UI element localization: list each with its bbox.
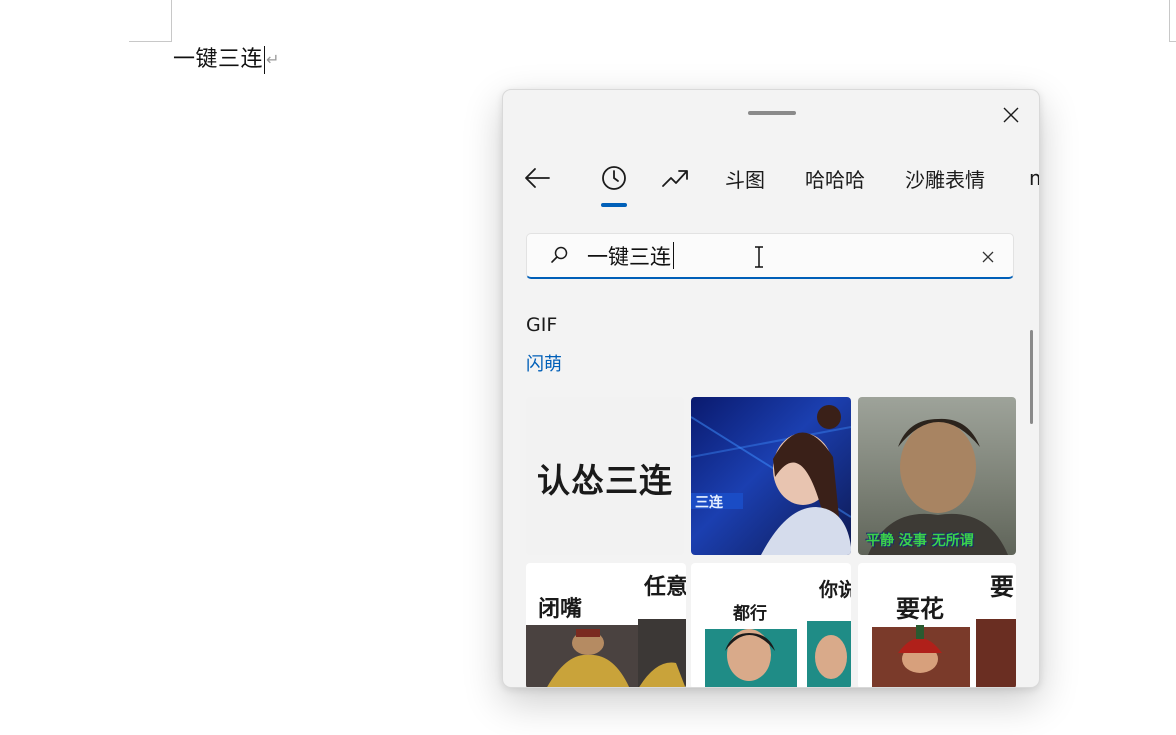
gif-caption: 都行	[733, 604, 767, 624]
search-input[interactable]	[587, 241, 947, 271]
clock-icon	[602, 166, 626, 190]
gif-tile[interactable]: 平静 没事 无所谓	[858, 397, 1016, 555]
close-icon	[1003, 107, 1019, 123]
ibeam-cursor-icon	[755, 246, 763, 268]
drag-handle[interactable]	[748, 111, 796, 115]
active-tab-indicator	[601, 203, 627, 207]
text-caret	[264, 46, 266, 74]
section-title: GIF	[526, 314, 558, 336]
close-icon	[982, 251, 994, 263]
gif-tile[interactable]: 闭嘴 任意	[526, 563, 686, 687]
search-icon	[551, 246, 568, 263]
gif-caption: 任意	[644, 575, 686, 600]
gif-caption: 认怂三连	[537, 461, 673, 500]
clear-search-button[interactable]	[977, 246, 999, 268]
gif-caption: 要	[990, 573, 1014, 601]
emoji-gif-panel: 斗图 哈哈哈 沙雕表情 m GIF 闪萌 认怂三连	[502, 89, 1040, 688]
tab-label: m	[1029, 166, 1039, 190]
tab-more[interactable]: m	[1029, 158, 1039, 198]
gif-tile[interactable]: 要花 要	[858, 563, 1016, 687]
page-margin-marker	[1169, 41, 1176, 42]
scrollbar[interactable]	[1030, 330, 1033, 424]
panel-nav-bar: 斗图 哈哈哈 沙雕表情 m	[503, 158, 1039, 207]
gif-tile[interactable]: 都行 你说	[691, 563, 851, 687]
tab-hahaha[interactable]: 哈哈哈	[805, 158, 865, 198]
gif-caption: 平静 没事 无所谓	[866, 533, 974, 549]
page-margin-marker	[171, 0, 172, 41]
gif-caption: 三连	[695, 495, 723, 511]
search-box[interactable]	[526, 233, 1014, 279]
tab-doutu[interactable]: 斗图	[725, 158, 765, 198]
page-margin-marker	[129, 41, 172, 42]
gif-tile[interactable]: 三连	[691, 397, 851, 555]
trending-up-icon	[662, 170, 688, 187]
tab-label: 哈哈哈	[805, 167, 865, 192]
document-paragraph[interactable]: 一键三连 ↵	[173, 45, 279, 75]
gif-image	[691, 405, 851, 555]
gif-caption: 闭嘴	[538, 597, 583, 622]
document-text[interactable]: 一键三连	[173, 45, 263, 75]
gif-caption: 你说	[819, 579, 851, 601]
gif-caption: 要花	[896, 595, 944, 623]
gif-tile[interactable]: 认怂三连	[526, 397, 684, 555]
tab-trending[interactable]	[661, 158, 689, 198]
arrow-left-icon	[525, 168, 550, 188]
close-button[interactable]	[996, 100, 1026, 130]
paragraph-mark: ↵	[266, 50, 280, 69]
tab-recent[interactable]	[601, 158, 627, 198]
tab-label: 沙雕表情	[905, 167, 985, 192]
provider-link[interactable]: 闪萌	[526, 350, 562, 376]
text-caret	[673, 242, 674, 269]
tab-shadiao[interactable]: 沙雕表情	[905, 158, 985, 198]
back-button[interactable]	[523, 158, 551, 198]
page-margin-marker	[1169, 0, 1170, 41]
tab-label: 斗图	[725, 167, 765, 192]
